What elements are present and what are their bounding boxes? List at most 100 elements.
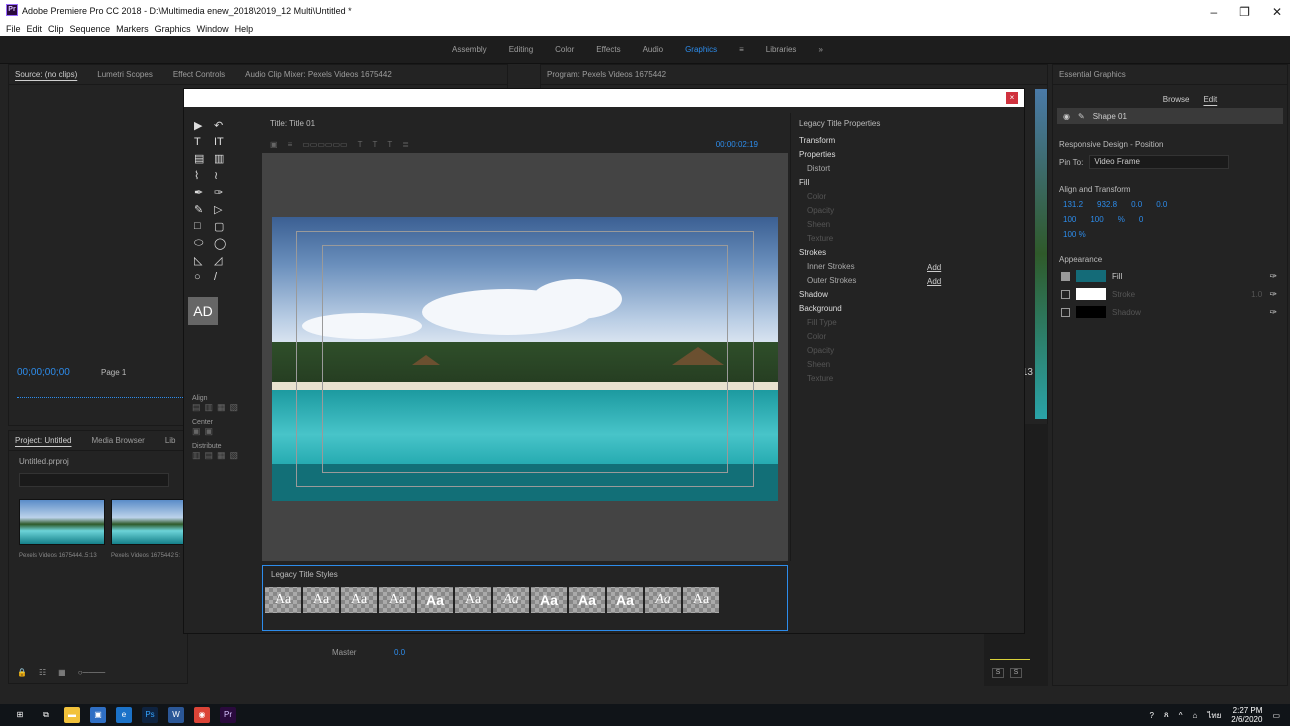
pin-to-select[interactable]: Video Frame — [1089, 155, 1230, 169]
workspace-audio[interactable]: Audio — [643, 45, 663, 54]
menu-window[interactable]: Window — [197, 24, 229, 34]
source-time-ruler[interactable] — [17, 390, 187, 398]
property-item[interactable]: Texture — [791, 372, 1022, 386]
style-swatch[interactable]: Aa — [607, 587, 643, 613]
task-view-icon[interactable]: ⧉ — [38, 707, 54, 723]
delete-anchor-tool-icon[interactable]: ✑ — [214, 186, 230, 199]
premiere-taskbar-icon[interactable]: Pr — [220, 707, 236, 723]
workspace-graphics[interactable]: Graphics — [685, 45, 717, 54]
fill-checkbox[interactable] — [1061, 271, 1070, 281]
rounded-rectangle-tool-icon[interactable]: ▢ — [214, 220, 230, 233]
new-title-icon[interactable]: ▣ — [270, 140, 278, 149]
program-title[interactable]: Program: Pexels Videos 1675442 — [547, 70, 666, 79]
property-item[interactable]: Strokes — [791, 246, 1022, 260]
property-item[interactable]: Fill Type — [791, 316, 1022, 330]
vertical-type-tool-icon[interactable]: IT — [214, 136, 230, 148]
title-canvas[interactable] — [272, 217, 778, 501]
photoshop-icon[interactable]: Ps — [142, 707, 158, 723]
styles-title[interactable]: Legacy Title Styles — [263, 566, 787, 583]
rotation-value[interactable]: 0 — [1139, 215, 1143, 224]
network-icon[interactable]: ⌂ — [1192, 711, 1197, 720]
chrome-icon[interactable]: ◉ — [194, 707, 210, 723]
menu-file[interactable]: File — [6, 24, 21, 34]
style-swatch[interactable]: Aa — [455, 587, 491, 613]
tab-media-browser[interactable]: Media Browser — [91, 436, 144, 445]
eye-icon[interactable]: ◉ — [1063, 112, 1070, 121]
tab-edit[interactable]: Edit — [1203, 95, 1217, 104]
property-item[interactable]: Color — [791, 190, 1022, 204]
position-y[interactable]: 932.8 — [1097, 200, 1117, 209]
shadow-checkbox[interactable] — [1061, 307, 1070, 317]
file-explorer-icon[interactable]: ▬ — [64, 707, 80, 723]
selection-tool-icon[interactable]: ▶ — [194, 119, 210, 132]
notifications-icon[interactable]: ▭ — [1272, 711, 1280, 720]
clock[interactable]: 2:27 PM 2/6/2020 — [1231, 706, 1262, 724]
property-item[interactable]: Properties — [791, 148, 1022, 162]
zoom-slider[interactable]: ○──── — [78, 668, 106, 677]
rectangle-tool-icon[interactable]: □ — [194, 220, 210, 233]
type-tool-icon[interactable]: T — [194, 136, 210, 148]
style-swatch[interactable]: Aa — [493, 587, 529, 613]
ellipse-tool-icon[interactable]: ⬭ — [194, 237, 210, 250]
menu-help[interactable]: Help — [235, 24, 254, 34]
property-item[interactable]: Opacity — [791, 344, 1022, 358]
stroke-checkbox[interactable] — [1061, 289, 1070, 299]
wedge-tool-icon[interactable]: ◺ — [194, 254, 210, 267]
store-icon[interactable]: ▣ — [90, 707, 106, 723]
property-item[interactable]: Outer Strokes — [791, 274, 1022, 288]
page-selector[interactable]: Page 1 — [101, 368, 126, 377]
style-swatch[interactable]: Aa — [569, 587, 605, 613]
workspace-libraries[interactable]: Libraries — [766, 45, 797, 54]
edge-icon[interactable]: e — [116, 707, 132, 723]
workspace-effects[interactable]: Effects — [596, 45, 620, 54]
distribute-icons[interactable]: ▥▤▦▧ — [188, 450, 258, 461]
add-anchor-tool-icon[interactable]: ✎ — [194, 203, 210, 216]
start-icon[interactable]: ⊞ — [12, 707, 28, 723]
menu-markers[interactable]: Markers — [116, 24, 149, 34]
title-tab[interactable]: Title: Title 01 — [262, 113, 788, 135]
anchor-x[interactable]: 0.0 — [1131, 200, 1142, 209]
scale-height[interactable]: 100 — [1090, 215, 1103, 224]
center-icons[interactable]: ▣▣ — [188, 426, 258, 437]
menu-sequence[interactable]: Sequence — [70, 24, 111, 34]
opacity-value[interactable]: 100 % — [1063, 230, 1086, 239]
eyedropper-icon[interactable]: ✑ — [1269, 271, 1277, 282]
property-item[interactable]: Sheen — [791, 218, 1022, 232]
style-swatch[interactable]: Aa — [683, 587, 719, 613]
tab-audio-clip-mixer[interactable]: Audio Clip Mixer: Pexels Videos 1675442 — [245, 70, 392, 79]
workspace-assembly[interactable]: Assembly — [452, 45, 487, 54]
master-volume-value[interactable]: 0.0 — [394, 648, 405, 657]
convert-anchor-tool-icon[interactable]: ▷ — [214, 203, 230, 216]
close-icon[interactable]: ✕ — [1272, 5, 1282, 19]
menu-edit[interactable]: Edit — [27, 24, 43, 34]
property-item[interactable]: Distort — [791, 162, 1022, 176]
menu-graphics[interactable]: Graphics — [155, 24, 191, 34]
vertical-area-type-tool-icon[interactable]: ▥ — [214, 152, 230, 165]
pen-tool-icon[interactable]: ✒ — [194, 186, 210, 199]
language-indicator[interactable]: ไทย — [1207, 709, 1221, 722]
vertical-path-type-tool-icon[interactable]: ≀ — [214, 169, 230, 182]
text-align-icon[interactable]: ≣ — [402, 140, 409, 149]
style-swatch[interactable]: Aa — [341, 587, 377, 613]
dialog-titlebar[interactable]: × — [184, 89, 1024, 107]
tab-effect-controls[interactable]: Effect Controls — [173, 70, 225, 79]
property-item[interactable]: Sheen — [791, 358, 1022, 372]
area-type-tool-icon[interactable]: ▤ — [194, 152, 210, 165]
tab-source[interactable]: Source: (no clips) — [15, 70, 77, 79]
style-swatch[interactable]: Aa — [265, 587, 301, 613]
style-swatch[interactable]: Aa — [303, 587, 339, 613]
source-timecode[interactable]: 00;00;00;00 — [17, 367, 70, 378]
icon-view-icon[interactable]: ▦ — [58, 668, 66, 677]
people-icon[interactable]: ጸ — [1164, 710, 1169, 720]
title-timecode[interactable]: 00:00:02:19 — [716, 140, 758, 149]
property-item[interactable]: Texture — [791, 232, 1022, 246]
dialog-close-button[interactable]: × — [1006, 92, 1018, 104]
minimize-icon[interactable]: – — [1210, 5, 1217, 19]
bold-icon[interactable]: T — [358, 140, 363, 149]
property-item[interactable]: Transform — [791, 134, 1022, 148]
workspace-menu-icon[interactable]: ≡ — [739, 45, 744, 54]
lock-icon[interactable]: 🔒 — [17, 668, 27, 677]
property-item[interactable]: Inner Strokes — [791, 260, 1022, 274]
italic-icon[interactable]: T — [372, 140, 377, 149]
shadow-color-swatch[interactable] — [1076, 306, 1106, 318]
